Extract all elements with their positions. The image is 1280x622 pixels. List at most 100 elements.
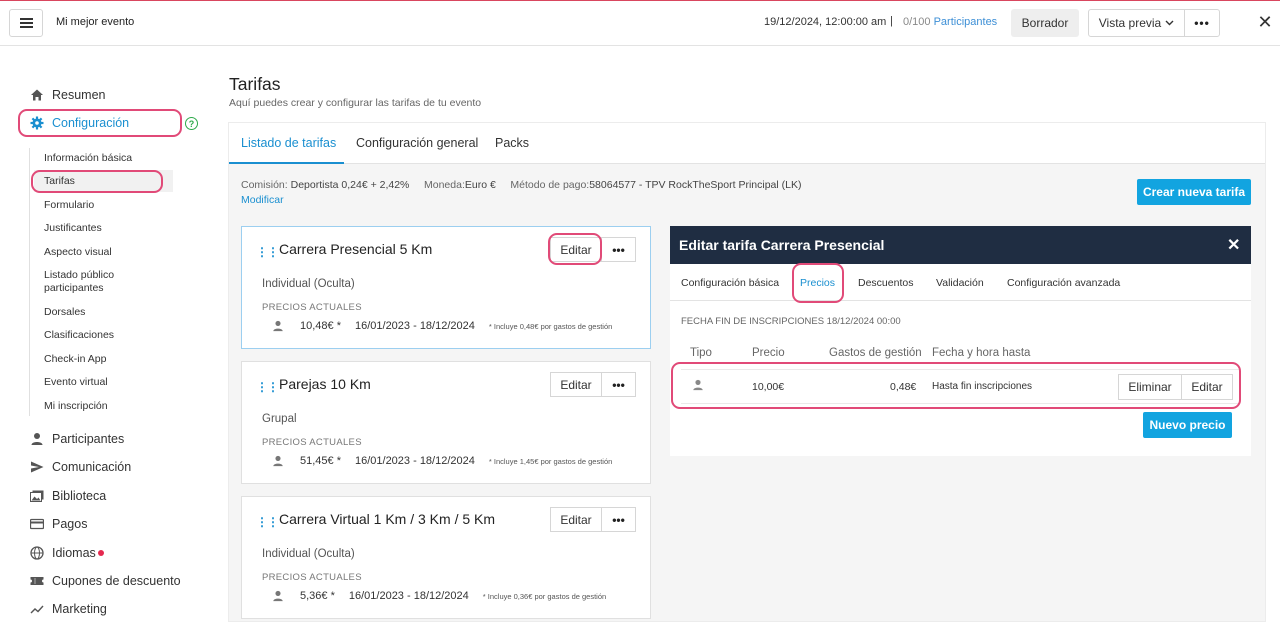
price-dates: 16/01/2023 - 18/12/2024 [354, 455, 475, 467]
rate-type: Individual (Oculta) [262, 548, 355, 560]
sidebar-item-label: Pagos [52, 517, 88, 531]
sidebar-item-participantes[interactable]: Participantes [30, 432, 124, 446]
rate-more-button[interactable]: ••• [601, 237, 636, 262]
column-header-fecha: Fecha y hora hasta [932, 347, 1031, 359]
rate-more-button[interactable]: ••• [601, 507, 636, 532]
sidebar-item-idiomas[interactable]: Idiomas [30, 546, 104, 560]
sidebar-item-cupones[interactable]: Cupones de descuento [30, 574, 181, 588]
rate-type: Grupal [262, 413, 297, 425]
images-icon [30, 490, 44, 502]
submenu-item-mi-inscripcion[interactable]: Mi inscripción [44, 400, 108, 413]
sidebar-item-resumen[interactable]: Resumen [30, 88, 106, 102]
sidebar-item-label: Comunicación [52, 460, 132, 474]
more-options-button[interactable]: ••• [1184, 9, 1220, 37]
page-title: Tarifas [229, 74, 281, 94]
payment-label: Método de pago: [510, 179, 590, 191]
submenu-item-listado-publico[interactable]: Listado público participantes [44, 269, 144, 295]
submenu-item-evento-virtual[interactable]: Evento virtual [44, 376, 108, 389]
highlight-ring-precios-tab [792, 263, 844, 303]
column-header-precio: Precio [752, 347, 785, 359]
tab-listado-de-tarifas[interactable]: Listado de tarifas [241, 136, 336, 150]
preview-label: Vista previa [1098, 16, 1162, 30]
sidebar-item-marketing[interactable]: Marketing [30, 602, 107, 616]
sidebar-item-label: Biblioteca [52, 489, 107, 503]
commission-value: Deportista 0,24€ + 2,42% [290, 179, 410, 191]
sidebar-item-label: Idiomas [52, 546, 96, 560]
submenu-item-formulario[interactable]: Formulario [44, 199, 94, 212]
rate-info-line: Comisión: Deportista 0,24€ + 2,42% Moned… [241, 179, 801, 191]
tab-configuracion-general[interactable]: Configuración general [356, 136, 478, 150]
tab-packs[interactable]: Packs [495, 136, 529, 150]
drag-handle-icon[interactable]: ⋮⋮ [256, 380, 279, 394]
modal-tab-configuracion-avanzada[interactable]: Configuración avanzada [1007, 277, 1120, 289]
sidebar-item-label: Marketing [52, 602, 107, 616]
close-icon[interactable]: ✕ [1254, 11, 1276, 33]
sidebar-item-comunicacion[interactable]: Comunicación [30, 460, 131, 474]
submenu-item-justificantes[interactable]: Justificantes [44, 222, 102, 235]
fee-note: * Incluye 1,45€ por gastos de gestión [488, 456, 613, 466]
participants-counter[interactable]: 0/100 Participantes [903, 16, 997, 28]
submenu-item-clasificaciones[interactable]: Clasificaciones [44, 329, 114, 342]
participants-count: 0/100 [903, 16, 931, 28]
top-bar: Mi mejor evento 19/12/2024, 12:00:00 am … [0, 1, 1280, 46]
submenu-item-aspecto-visual[interactable]: Aspecto visual [44, 246, 112, 259]
event-name: Mi mejor evento [56, 16, 135, 28]
submenu-line [29, 148, 30, 416]
submenu-item-checkin-app[interactable]: Check-in App [44, 353, 106, 366]
help-icon[interactable]: ? [185, 117, 198, 130]
currency-value: Euro € [464, 179, 496, 191]
rate-card[interactable]: ⋮⋮ Parejas 10 Km Editar ••• Grupal PRECI… [241, 361, 651, 484]
modal-tab-descuentos[interactable]: Descuentos [858, 277, 913, 289]
modal-tabs-divider [670, 300, 1251, 301]
rate-card-title: Carrera Presencial 5 Km [279, 241, 433, 257]
price-value: 10,48€ * [300, 320, 341, 332]
fee-note: * Incluye 0,36€ por gastos de gestión [482, 591, 607, 601]
currency-label: Moneda: [424, 179, 465, 191]
submenu-item-dorsales[interactable]: Dorsales [44, 306, 85, 319]
globe-icon [30, 546, 44, 560]
sidebar-item-label: Participantes [52, 432, 125, 446]
drag-handle-icon[interactable]: ⋮⋮ [256, 245, 279, 259]
person-icon [273, 320, 283, 332]
rate-type: Individual (Oculta) [262, 278, 355, 290]
rate-card[interactable]: ⋮⋮ Carrera Virtual 1 Km / 3 Km / 5 Km Ed… [241, 496, 651, 619]
submenu-item-informacion-basica[interactable]: Información básica [44, 152, 132, 165]
sidebar-item-pagos[interactable]: Pagos [30, 517, 87, 531]
edit-rate-button[interactable]: Editar [550, 507, 602, 532]
registration-end-date: FECHA FIN DE INSCRIPCIONES 18/12/2024 00… [681, 316, 901, 327]
close-icon[interactable]: ✕ [1227, 235, 1240, 255]
modal-title: Editar tarifa Carrera Presencial [679, 237, 885, 253]
create-rate-button[interactable]: Crear nueva tarifa [1137, 179, 1251, 205]
price-row: 51,45€ * 16/01/2023 - 18/12/2024 * Inclu… [272, 455, 612, 467]
commission-label: Comisión: [241, 179, 288, 191]
rate-more-button[interactable]: ••• [601, 372, 636, 397]
highlight-ring-price-row [671, 362, 1241, 409]
sidebar-item-label: Cupones de descuento [52, 574, 181, 588]
sidebar-item-label: Resumen [52, 88, 106, 102]
drag-handle-icon[interactable]: ⋮⋮ [256, 515, 279, 529]
sidebar-item-biblioteca[interactable]: Biblioteca [30, 489, 106, 503]
modal-header: Editar tarifa Carrera Presencial ✕ [670, 226, 1251, 264]
draft-status-button[interactable]: Borrador [1011, 9, 1079, 37]
highlight-ring-configuracion [18, 109, 182, 137]
payment-value: 58064577 - TPV RockTheSport Principal (L… [589, 179, 802, 191]
new-price-button[interactable]: Nuevo precio [1143, 412, 1232, 438]
modal-tab-validacion[interactable]: Validación [936, 277, 984, 289]
page-subtitle: Aquí puedes crear y configurar las tarif… [229, 97, 482, 109]
preview-button[interactable]: Vista previa [1088, 9, 1185, 37]
rate-card-title: Parejas 10 Km [279, 376, 371, 392]
notification-dot [97, 550, 104, 556]
trend-icon [30, 605, 44, 614]
price-value: 5,36€ * [300, 590, 335, 602]
edit-rate-button[interactable]: Editar [550, 372, 602, 397]
price-dates: 16/01/2023 - 18/12/2024 [348, 590, 469, 602]
column-header-gastos: Gastos de gestión [829, 347, 922, 359]
participants-label: Participantes [933, 16, 998, 28]
modal-tab-configuracion-basica[interactable]: Configuración básica [681, 277, 779, 289]
price-dates: 16/01/2023 - 18/12/2024 [354, 320, 475, 332]
hamburger-menu-button[interactable] [9, 9, 43, 37]
person-icon [273, 455, 283, 467]
modify-link[interactable]: Modificar [241, 194, 284, 206]
rate-card-title: Carrera Virtual 1 Km / 3 Km / 5 Km [279, 511, 496, 527]
price-row: 10,48€ * 16/01/2023 - 18/12/2024 * Inclu… [272, 320, 612, 332]
